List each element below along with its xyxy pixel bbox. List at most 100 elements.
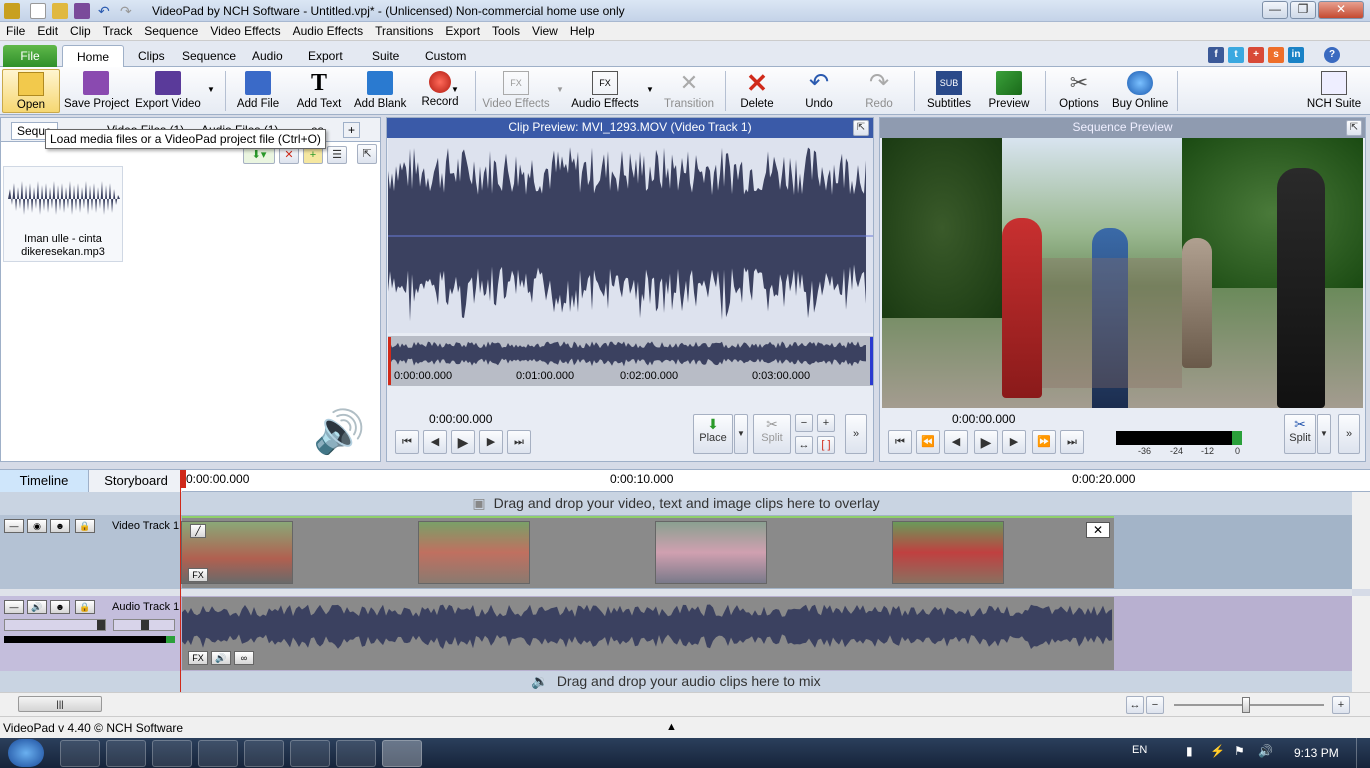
video-vscrollbar[interactable] [1352,492,1370,589]
maximize-button[interactable]: ❐ [1290,1,1316,19]
video-effects-dropdown-icon[interactable]: ▼ [556,85,564,94]
preview-button[interactable]: Preview [986,69,1032,113]
zoom-in-button[interactable]: + [817,414,835,432]
power-icon[interactable]: ⚡ [1210,744,1225,758]
paint-taskbar-icon[interactable] [336,740,376,767]
more-controls-button[interactable]: » [845,414,867,454]
explorer-taskbar-icon[interactable] [60,740,100,767]
add-tab-button[interactable]: + [343,122,361,138]
clip-split-button[interactable]: ✂ Split [753,414,791,454]
media-item[interactable]: Iman ulle - cinta dikeresekan.mp3 [3,166,123,262]
linkedin-icon[interactable]: in [1288,47,1304,63]
delete-button[interactable]: ✕ Delete [734,69,780,113]
redo-icon[interactable]: ↷ [120,3,136,19]
clip-overview[interactable]: 0:00:00.000 0:01:00.000 0:02:00.000 0:03… [388,336,873,386]
show-desktop-button[interactable] [1356,738,1370,768]
app-taskbar-icon[interactable] [290,740,330,767]
nch-suite-button[interactable]: NCH Suite [1306,69,1362,113]
seq-prev-clip-button[interactable]: ⏪ [916,430,940,454]
volume-slider-thumb[interactable] [97,620,105,630]
open-button[interactable]: Open [2,69,60,113]
next-frame-button[interactable]: ▶ [479,430,503,454]
zoom-out-button[interactable]: − [1146,696,1164,714]
fit-button[interactable]: ↔ [795,436,813,454]
place-button[interactable]: ⬇ Place [693,414,733,454]
zoom-slider-thumb[interactable] [1242,697,1250,713]
start-marker[interactable] [388,337,391,385]
tab-audio[interactable]: Audio [238,45,297,67]
zoom-out-button[interactable]: − [795,414,813,432]
seq-play-button[interactable]: ▶ [974,430,998,454]
stumbleupon-icon[interactable]: s [1268,47,1284,63]
seq-go-end-button[interactable]: ⏭ [1060,430,1084,454]
open-folder-icon[interactable] [52,3,68,19]
close-button[interactable]: ✕ [1318,1,1364,19]
place-dropdown-icon[interactable]: ▼ [734,414,748,454]
menu-edit[interactable]: Edit [31,22,64,38]
mix-drop-zone[interactable]: 🔉 Drag and drop your audio clips here to … [0,671,1352,692]
undo-button[interactable]: ↶ Undo [798,69,840,113]
go-start-button[interactable]: ⏮ [395,430,419,454]
tab-suite[interactable]: Suite [358,45,413,67]
volume-slider[interactable] [4,619,106,631]
help-icon[interactable]: ? [1324,47,1340,63]
add-file-button[interactable]: Add File [234,69,282,113]
seq-next-frame-button[interactable]: ▶ [1002,430,1026,454]
battery-icon[interactable]: ▮ [1186,744,1193,758]
new-icon[interactable] [30,3,46,19]
scroll-thumb[interactable]: ||| [18,696,102,712]
tab-home[interactable]: Home [62,45,125,67]
menu-clip[interactable]: Clip [64,22,97,38]
pan-slider[interactable] [113,619,175,631]
flag-icon[interactable]: ⚑ [1234,744,1245,758]
tab-file[interactable]: File [3,45,57,67]
language-indicator[interactable]: EN [1132,744,1147,756]
speaker-icon[interactable]: 🔊 [211,651,231,665]
twitter-icon[interactable]: t [1228,47,1244,63]
fit-timeline-button[interactable]: ↔ [1126,696,1144,714]
go-end-button[interactable]: ⏭ [507,430,531,454]
more-controls-button[interactable]: » [1338,414,1360,454]
overlay-drop-zone[interactable]: ▣ Drag and drop your video, text and imag… [0,492,1352,515]
clip-fx-button[interactable]: FX [188,568,208,582]
collapse-icon[interactable]: — [4,519,24,533]
collapse-icon[interactable]: — [4,600,24,614]
transition-icon[interactable]: ✕ [1086,522,1110,538]
menu-transitions[interactable]: Transitions [369,22,439,38]
audio-effects-button[interactable]: FX Audio Effects [571,69,639,113]
play-button[interactable]: ▶ [451,430,475,454]
record-dropdown-icon[interactable]: ▼ [451,85,459,94]
add-blank-button[interactable]: Add Blank [354,69,406,113]
menu-audio-effects[interactable]: Audio Effects [287,22,370,38]
audio-effects-dropdown-icon[interactable]: ▼ [646,85,654,94]
clip-waveform-area[interactable] [388,138,873,333]
split-dropdown-icon[interactable]: ▼ [1317,414,1331,454]
options-button[interactable]: ✂ Options [1056,69,1102,113]
googleplus-icon[interactable]: + [1248,47,1264,63]
menu-sequence[interactable]: Sequence [138,22,204,38]
videopad-taskbar-icon[interactable] [382,740,422,767]
list-view-button[interactable]: ☰ [327,146,347,164]
expand-arrow-icon[interactable]: ▲ [666,721,677,733]
menu-file[interactable]: File [0,22,31,38]
undock-button[interactable]: ⇱ [357,144,377,164]
people-icon[interactable]: ☻ [50,600,70,614]
subtitles-button[interactable]: SUB Subtitles [924,69,974,113]
eye-icon[interactable]: ◉ [27,519,47,533]
menu-help[interactable]: Help [564,22,601,38]
track-divider[interactable] [0,589,1352,596]
zoom-in-button[interactable]: + [1332,696,1350,714]
undock-button[interactable]: ⇱ [853,120,869,136]
seq-go-start-button[interactable]: ⏮ [888,430,912,454]
audio-clip[interactable]: FX 🔊 ∞ [182,597,1114,670]
firefox-taskbar-icon[interactable] [244,740,284,767]
timeline-hscrollbar[interactable]: ||| ↔ − + [0,692,1370,716]
facebook-icon[interactable]: f [1208,47,1224,63]
time-ruler[interactable]: 0:00:00.000 0:00:10.000 0:00:20.000 [182,470,1370,492]
vlc-taskbar-icon[interactable] [152,740,192,767]
tab-custom[interactable]: Custom [411,45,480,67]
chrome-taskbar-icon[interactable] [198,740,238,767]
menu-export[interactable]: Export [439,22,486,38]
audio-fx-button[interactable]: FX [188,651,208,665]
fade-icon[interactable]: ╱ [190,524,206,538]
